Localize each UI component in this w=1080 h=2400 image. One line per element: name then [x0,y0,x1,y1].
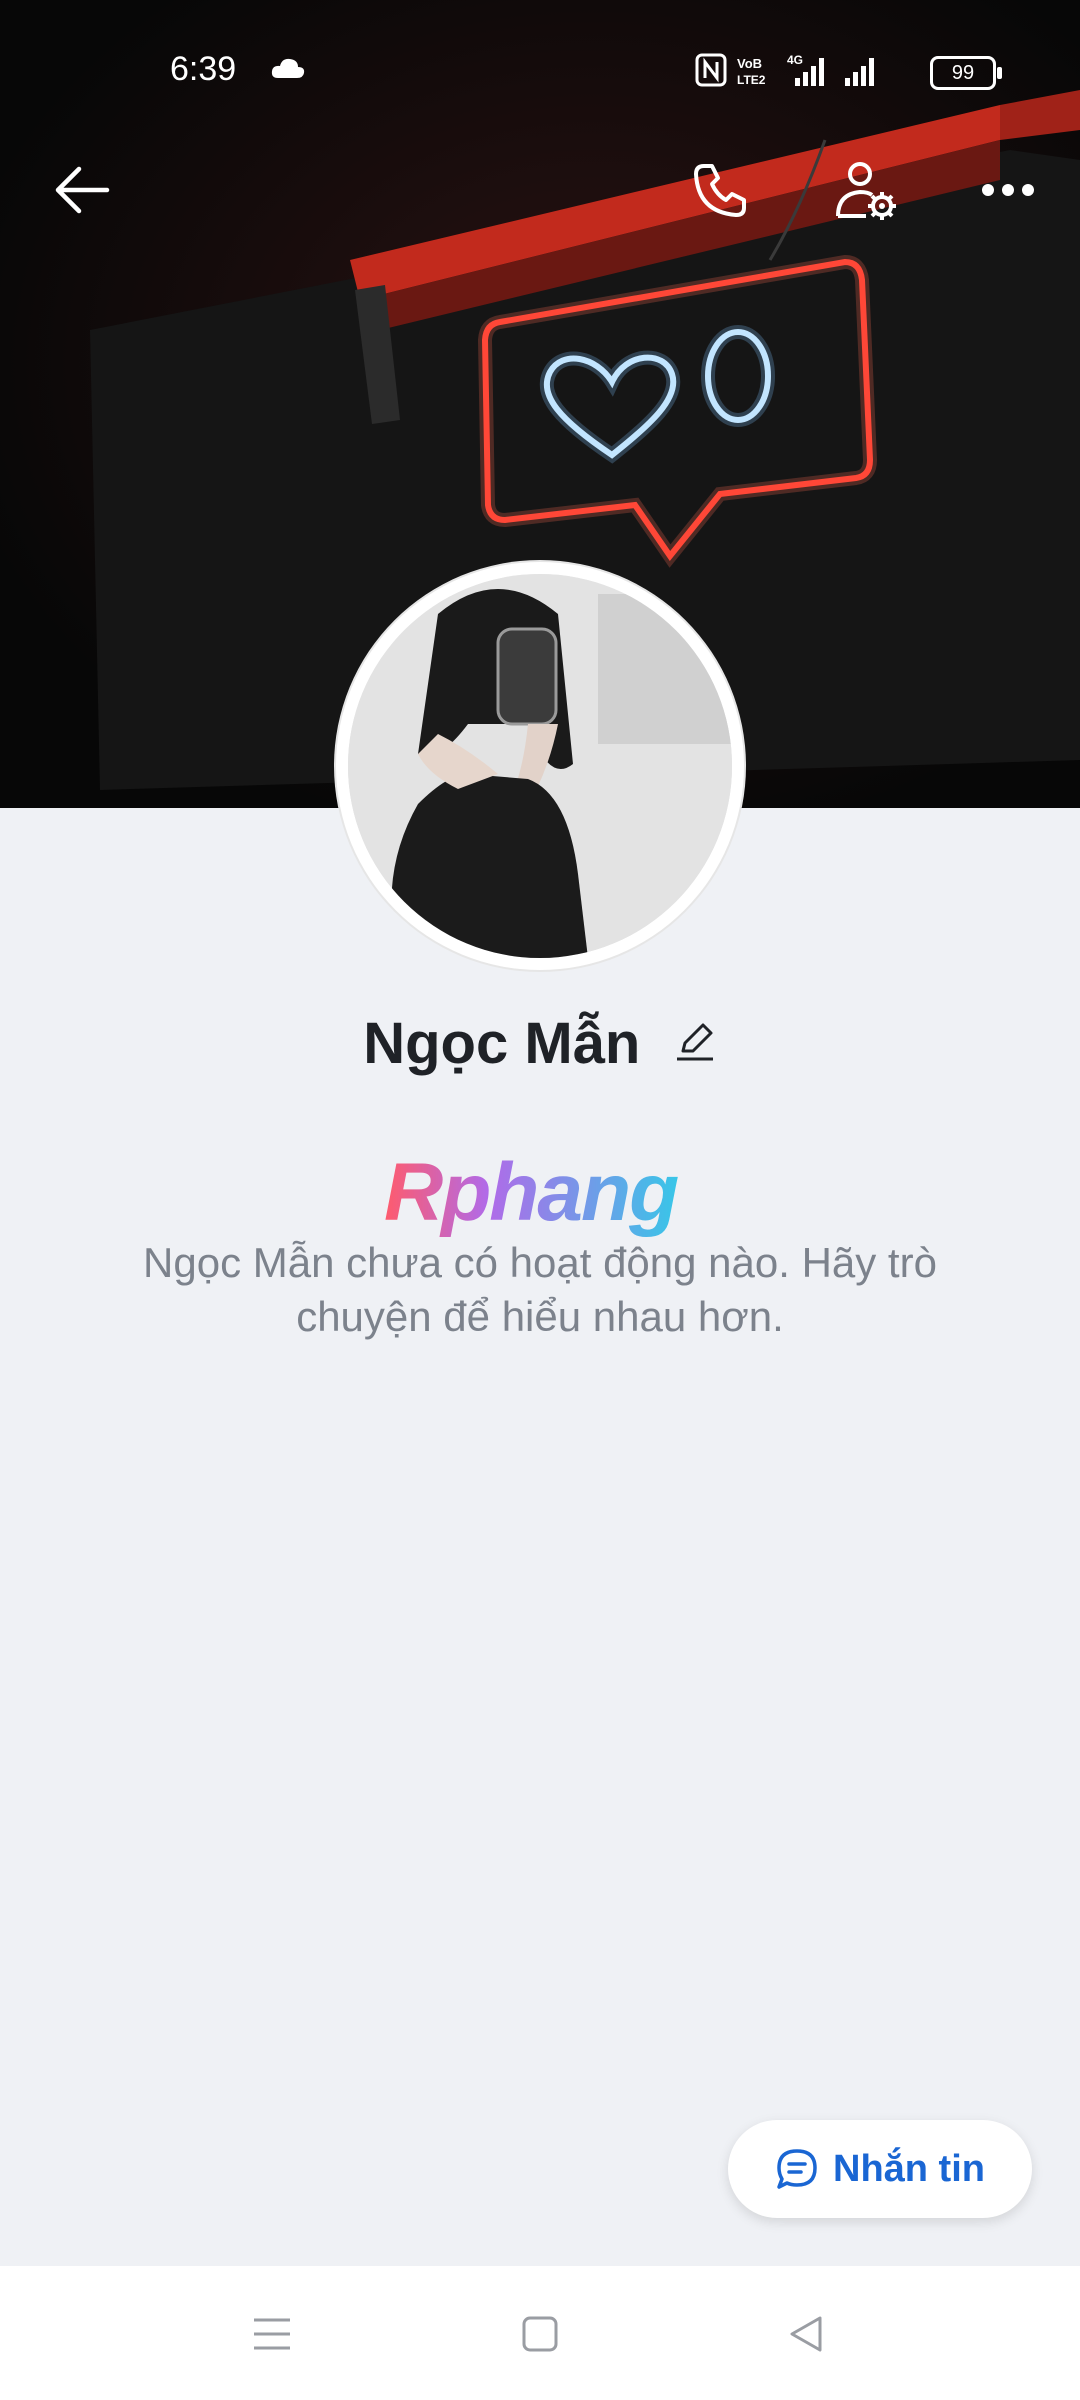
avatar[interactable] [336,562,744,970]
profile-name: Ngọc Mẫn [363,1011,641,1076]
volte-icon: VoB LTE2 [737,56,766,87]
4g-signal-icon: 4G [787,53,824,86]
status-time: 6:39 [170,50,237,88]
svg-text:LTE2: LTE2 [737,73,766,87]
nav-back-button[interactable] [776,2308,836,2360]
edit-name-button[interactable] [673,1019,717,1068]
profile-settings-button[interactable] [826,150,906,230]
battery-icon: 99 [930,56,1002,90]
message-button-label: Nhắn tin [833,2147,985,2190]
status-bar: 6:39 VoB LTE2 4G 99 [0,0,1080,140]
arrow-left-icon [55,166,110,214]
chat-bubble-icon [777,2149,817,2189]
nfc-icon [695,53,727,87]
more-dots-icon [982,184,1034,196]
message-button[interactable]: Nhắn tin [728,2120,1032,2218]
avatar-photo [348,574,732,958]
nav-home-button[interactable] [510,2308,570,2360]
phone-icon [694,164,746,217]
pencil-icon [676,1023,713,1061]
svg-text:Rphang: Rphang [384,1150,678,1238]
svg-text:VoB: VoB [737,56,762,71]
empty-activity-text: Ngọc Mẫn chưa có hoạt động nào. Hãy trò … [143,1239,937,1340]
cloud-icon [270,56,306,85]
call-button[interactable] [680,150,760,230]
profile-name-row: Ngọc Mẫn [0,1010,1080,1077]
system-nav-bar [0,2266,1080,2400]
more-options-button[interactable] [968,150,1048,230]
back-button[interactable] [42,150,122,230]
triangle-back-icon [790,2316,822,2352]
signal-icon [845,58,874,86]
svg-text:4G: 4G [787,53,803,67]
menu-icon [254,2318,290,2350]
home-square-icon [522,2316,558,2352]
status-icons: VoB LTE2 4G [695,52,920,95]
nav-menu-button[interactable] [242,2308,302,2360]
user-settings-icon [836,162,896,220]
